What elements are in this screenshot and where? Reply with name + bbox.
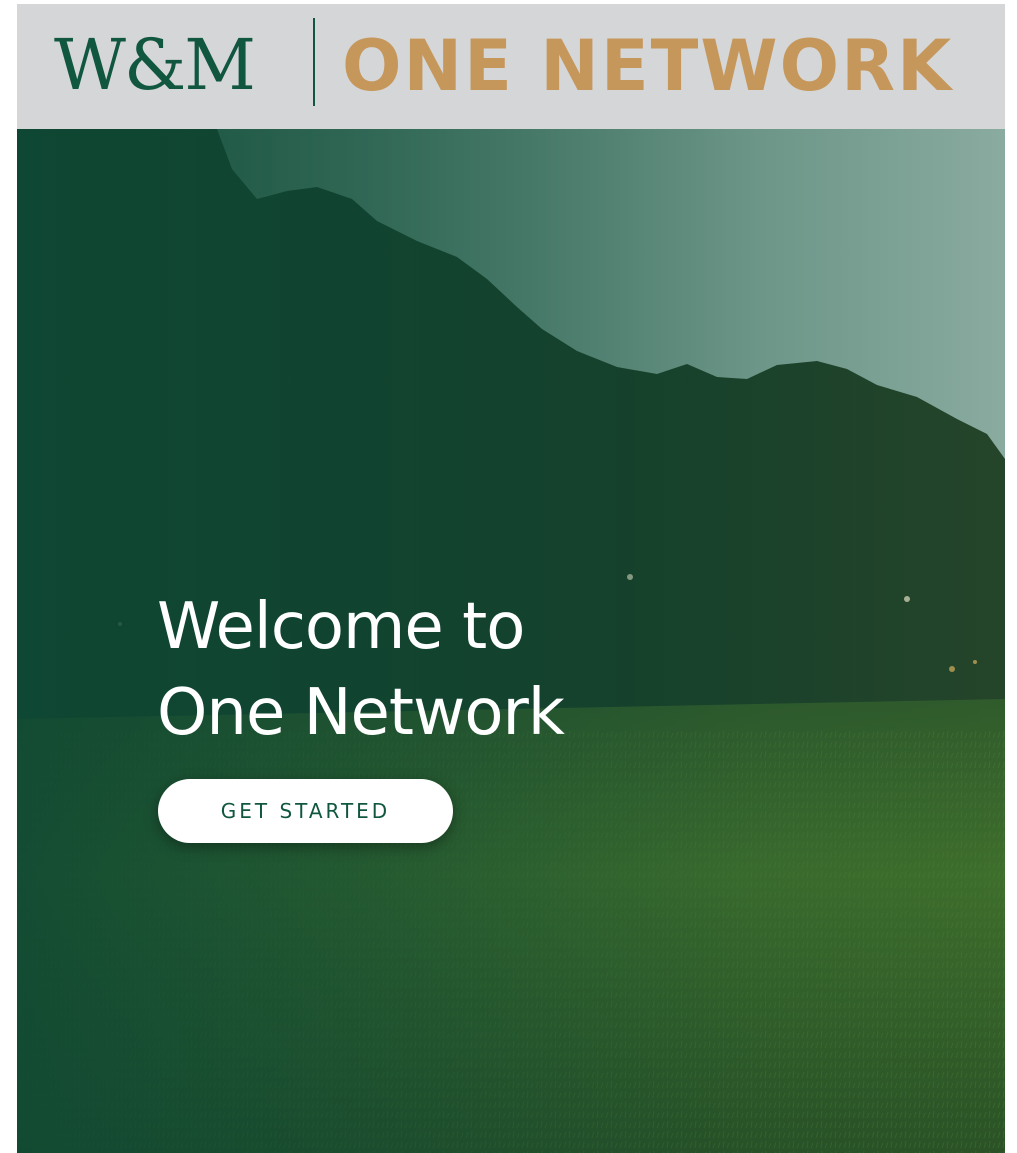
page-frame: W&M ONE NETWORK Welcome to One Network G…: [17, 4, 1005, 1153]
hero-headline-line-1: Welcome to: [157, 590, 525, 664]
get-started-button[interactable]: GET STARTED: [158, 779, 453, 843]
wm-logo[interactable]: W&M: [54, 20, 256, 110]
hero-banner: Welcome to One Network GET STARTED: [17, 129, 1005, 1153]
logo-divider: [313, 18, 315, 106]
one-network-wordmark[interactable]: ONE NETWORK: [342, 26, 953, 106]
hero-headline: Welcome to One Network: [157, 584, 565, 756]
hero-headline-line-2: One Network: [157, 676, 565, 750]
site-header: W&M ONE NETWORK: [17, 4, 1005, 129]
